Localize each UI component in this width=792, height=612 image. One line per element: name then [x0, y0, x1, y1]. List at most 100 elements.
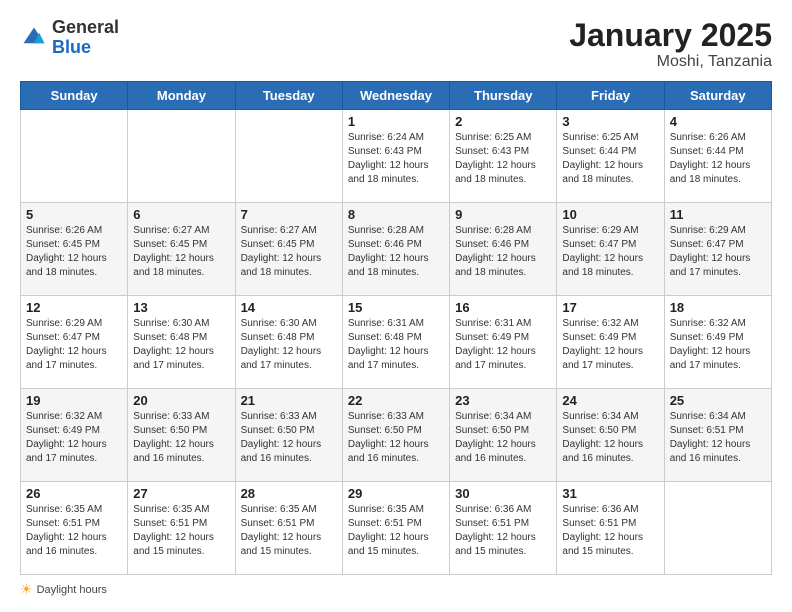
day-number: 2 — [455, 114, 551, 129]
day-number: 14 — [241, 300, 337, 315]
day-info: Sunrise: 6:33 AM Sunset: 6:50 PM Dayligh… — [348, 410, 444, 466]
calendar-cell: 29Sunrise: 6:35 AM Sunset: 6:51 PM Dayli… — [342, 482, 449, 575]
location-title: Moshi, Tanzania — [569, 53, 772, 71]
day-number: 30 — [455, 486, 551, 501]
calendar-cell — [21, 110, 128, 203]
day-info: Sunrise: 6:24 AM Sunset: 6:43 PM Dayligh… — [348, 131, 444, 187]
day-info: Sunrise: 6:33 AM Sunset: 6:50 PM Dayligh… — [241, 410, 337, 466]
calendar-cell: 24 Sunrise: 6:34 AM Sunset: 6:50 PM Dayli… — [557, 389, 664, 482]
month-title: January 2025 — [569, 18, 772, 53]
calendar-cell: 19Sunrise: 6:32 AM Sunset: 6:49 PM Dayli… — [21, 389, 128, 482]
day-info: Sunrise: 6:32 AM Sunset: 6:49 PM Dayligh… — [670, 317, 766, 373]
day-number: 25 — [670, 393, 766, 408]
day-info: Sunrise: 6:28 AM Sunset: 6:46 PM Dayligh… — [455, 224, 551, 280]
footer-label: Daylight hours — [37, 584, 107, 596]
calendar-cell — [128, 110, 235, 203]
calendar-day-header: Saturday — [664, 82, 771, 110]
day-info: Sunrise: 6:30 AM Sunset: 6:48 PM Dayligh… — [133, 317, 229, 373]
day-number: 8 — [348, 207, 444, 222]
day-info: Sunrise: 6:36 AM Sunset: 6:51 PM Dayligh… — [455, 503, 551, 559]
day-info: Sunrise: 6:35 AM Sunset: 6:51 PM Dayligh… — [348, 503, 444, 559]
calendar-day-header: Wednesday — [342, 82, 449, 110]
day-info: Sunrise: 6:32 AM Sunset: 6:49 PM Dayligh… — [562, 317, 658, 373]
calendar-cell: 15 Sunrise: 6:31 AM Sunset: 6:48 PM Dayli… — [342, 296, 449, 389]
day-number: 28 — [241, 486, 337, 501]
calendar-cell: 10 Sunrise: 6:29 AM Sunset: 6:47 PM Dayli… — [557, 203, 664, 296]
logo: General Blue — [20, 18, 119, 58]
calendar-cell: 4 Sunrise: 6:26 AM Sunset: 6:44 PM Daylig… — [664, 110, 771, 203]
day-info: Sunrise: 6:31 AM Sunset: 6:48 PM Dayligh… — [348, 317, 444, 373]
calendar-cell: 3Sunrise: 6:25 AM Sunset: 6:44 PM Daylig… — [557, 110, 664, 203]
day-info: Sunrise: 6:35 AM Sunset: 6:51 PM Dayligh… — [26, 503, 122, 559]
calendar-day-header: Friday — [557, 82, 664, 110]
calendar-cell: 31Sunrise: 6:36 AM Sunset: 6:51 PM Dayli… — [557, 482, 664, 575]
calendar-cell: 2 Sunrise: 6:25 AM Sunset: 6:43 PM Daylig… — [450, 110, 557, 203]
day-number: 4 — [670, 114, 766, 129]
day-info: Sunrise: 6:25 AM Sunset: 6:43 PM Dayligh… — [455, 131, 551, 187]
day-number: 24 — [562, 393, 658, 408]
day-info: Sunrise: 6:33 AM Sunset: 6:50 PM Dayligh… — [133, 410, 229, 466]
day-info: Sunrise: 6:30 AM Sunset: 6:48 PM Dayligh… — [241, 317, 337, 373]
calendar-week-row: 1Sunrise: 6:24 AM Sunset: 6:43 PM Daylig… — [21, 110, 772, 203]
calendar-cell: 11 Sunrise: 6:29 AM Sunset: 6:47 PM Dayli… — [664, 203, 771, 296]
calendar-cell: 1Sunrise: 6:24 AM Sunset: 6:43 PM Daylig… — [342, 110, 449, 203]
day-number: 11 — [670, 207, 766, 222]
day-number: 6 — [133, 207, 229, 222]
day-number: 15 — [348, 300, 444, 315]
calendar-cell: 18 Sunrise: 6:32 AM Sunset: 6:49 PM Dayli… — [664, 296, 771, 389]
calendar-cell: 12Sunrise: 6:29 AM Sunset: 6:47 PM Dayli… — [21, 296, 128, 389]
calendar-cell: 9 Sunrise: 6:28 AM Sunset: 6:46 PM Daylig… — [450, 203, 557, 296]
day-number: 12 — [26, 300, 122, 315]
day-number: 20 — [133, 393, 229, 408]
day-info: Sunrise: 6:26 AM Sunset: 6:44 PM Dayligh… — [670, 131, 766, 187]
calendar-day-header: Tuesday — [235, 82, 342, 110]
day-number: 5 — [26, 207, 122, 222]
calendar-cell: 22 Sunrise: 6:33 AM Sunset: 6:50 PM Dayli… — [342, 389, 449, 482]
calendar-week-row: 5 Sunrise: 6:26 AM Sunset: 6:45 PM Daylig… — [21, 203, 772, 296]
calendar-cell: 30 Sunrise: 6:36 AM Sunset: 6:51 PM Dayli… — [450, 482, 557, 575]
calendar-cell: 5 Sunrise: 6:26 AM Sunset: 6:45 PM Daylig… — [21, 203, 128, 296]
header: General Blue January 2025 Moshi, Tanzani… — [20, 18, 772, 71]
calendar-cell: 6Sunrise: 6:27 AM Sunset: 6:45 PM Daylig… — [128, 203, 235, 296]
calendar-cell: 25 Sunrise: 6:34 AM Sunset: 6:51 PM Dayli… — [664, 389, 771, 482]
day-info: Sunrise: 6:35 AM Sunset: 6:51 PM Dayligh… — [133, 503, 229, 559]
day-number: 13 — [133, 300, 229, 315]
day-number: 19 — [26, 393, 122, 408]
day-number: 17 — [562, 300, 658, 315]
day-number: 9 — [455, 207, 551, 222]
day-number: 26 — [26, 486, 122, 501]
calendar-cell: 21Sunrise: 6:33 AM Sunset: 6:50 PM Dayli… — [235, 389, 342, 482]
day-info: Sunrise: 6:29 AM Sunset: 6:47 PM Dayligh… — [670, 224, 766, 280]
day-info: Sunrise: 6:26 AM Sunset: 6:45 PM Dayligh… — [26, 224, 122, 280]
day-info: Sunrise: 6:34 AM Sunset: 6:51 PM Dayligh… — [670, 410, 766, 466]
day-number: 10 — [562, 207, 658, 222]
day-info: Sunrise: 6:28 AM Sunset: 6:46 PM Dayligh… — [348, 224, 444, 280]
calendar-day-header: Sunday — [21, 82, 128, 110]
logo-text: General Blue — [52, 18, 119, 58]
calendar-cell: 16Sunrise: 6:31 AM Sunset: 6:49 PM Dayli… — [450, 296, 557, 389]
page: General Blue January 2025 Moshi, Tanzani… — [0, 0, 792, 612]
day-number: 27 — [133, 486, 229, 501]
calendar-day-header: Thursday — [450, 82, 557, 110]
logo-general-text: General — [52, 17, 119, 37]
calendar-cell: 8 Sunrise: 6:28 AM Sunset: 6:46 PM Daylig… — [342, 203, 449, 296]
calendar-cell: 27 Sunrise: 6:35 AM Sunset: 6:51 PM Dayli… — [128, 482, 235, 575]
day-info: Sunrise: 6:34 AM Sunset: 6:50 PM Dayligh… — [562, 410, 658, 466]
day-number: 22 — [348, 393, 444, 408]
title-block: January 2025 Moshi, Tanzania — [569, 18, 772, 71]
footer: ☀ Daylight hours — [20, 581, 772, 598]
calendar-cell: 7Sunrise: 6:27 AM Sunset: 6:45 PM Daylig… — [235, 203, 342, 296]
logo-icon — [20, 24, 48, 52]
day-number: 7 — [241, 207, 337, 222]
day-info: Sunrise: 6:29 AM Sunset: 6:47 PM Dayligh… — [562, 224, 658, 280]
day-info: Sunrise: 6:25 AM Sunset: 6:44 PM Dayligh… — [562, 131, 658, 187]
sun-icon: ☀ — [20, 581, 33, 598]
calendar-cell: 14 Sunrise: 6:30 AM Sunset: 6:48 PM Dayli… — [235, 296, 342, 389]
calendar-week-row: 26 Sunrise: 6:35 AM Sunset: 6:51 PM Dayli… — [21, 482, 772, 575]
day-info: Sunrise: 6:35 AM Sunset: 6:51 PM Dayligh… — [241, 503, 337, 559]
day-number: 18 — [670, 300, 766, 315]
logo-blue-text: Blue — [52, 37, 91, 57]
calendar-cell: 20 Sunrise: 6:33 AM Sunset: 6:50 PM Dayli… — [128, 389, 235, 482]
calendar-cell: 23Sunrise: 6:34 AM Sunset: 6:50 PM Dayli… — [450, 389, 557, 482]
day-number: 16 — [455, 300, 551, 315]
